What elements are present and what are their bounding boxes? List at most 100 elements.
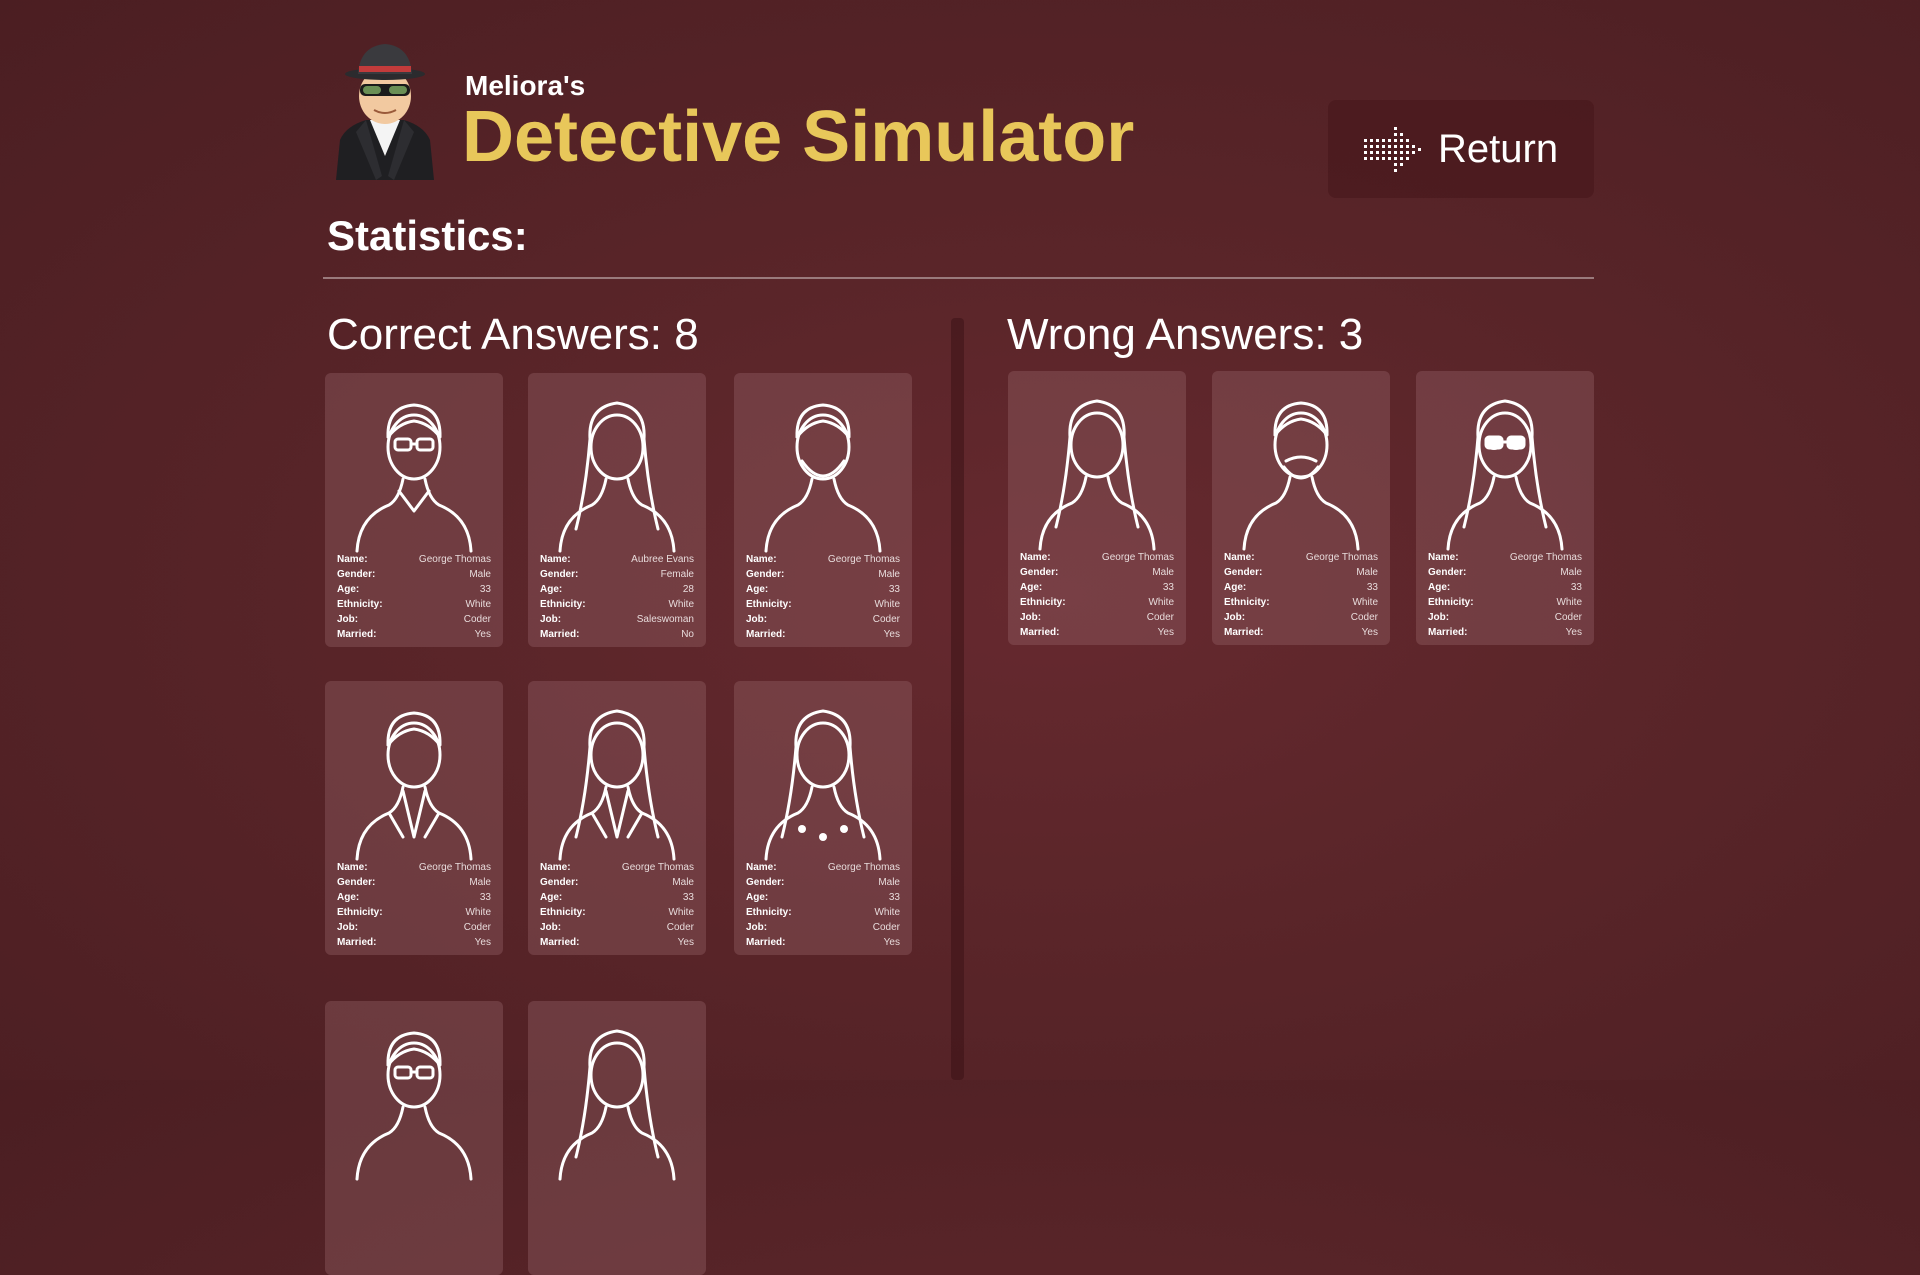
job-value: Coder: [1350, 612, 1378, 623]
job-label: Job:: [540, 922, 562, 933]
ethnicity-label: Ethnicity:: [746, 907, 792, 918]
name-value: George Thomas: [827, 554, 900, 565]
married-label: Married:: [1428, 627, 1468, 638]
ethnicity-value: White: [465, 907, 491, 918]
ethnicity-label: Ethnicity:: [1020, 597, 1066, 608]
age-label: Age:: [746, 892, 769, 903]
suspect-info: Name: George Thomas Gender: Male Age: 33 Ethni…: [1428, 550, 1582, 640]
woman-blazer-portrait-icon: [558, 709, 676, 861]
gender-value: Male: [469, 877, 491, 888]
gender-label: Gender:: [540, 877, 579, 888]
age-label: Age:: [1224, 582, 1247, 593]
job-label: Job:: [337, 922, 359, 933]
job-label: Job:: [540, 614, 562, 625]
married-value: No: [681, 629, 694, 640]
job-value: Coder: [872, 922, 900, 933]
suspect-card[interactable]: [325, 1001, 503, 1275]
name-value: George Thomas: [418, 554, 491, 565]
name-value: George Thomas: [827, 862, 900, 873]
statistics-heading: Statistics:: [327, 212, 528, 259]
gender-value: Male: [878, 877, 900, 888]
age-label: Age:: [1020, 582, 1043, 593]
name-label: Name:: [337, 862, 368, 873]
married-value: Yes: [1157, 627, 1174, 638]
age-value: 33: [888, 584, 900, 595]
suspect-card[interactable]: Name: George Thomas Gender: Male Age: 33 Ethni…: [1212, 371, 1390, 645]
ethnicity-label: Ethnicity:: [1428, 597, 1474, 608]
man-suit-tie-portrait-icon: [355, 711, 473, 861]
gender-label: Gender:: [746, 877, 785, 888]
job-label: Job:: [746, 922, 768, 933]
suspect-card[interactable]: [528, 1001, 706, 1275]
suspect-info: Name: George Thomas Gender: Male Age: 33 Ethni…: [337, 552, 491, 642]
ethnicity-value: White: [874, 907, 900, 918]
suspect-card[interactable]: Name: Aubree Evans Gender: Female Age: 28 Ethn…: [528, 373, 706, 647]
gender-value: Male: [1356, 567, 1378, 578]
job-label: Job:: [1224, 612, 1246, 623]
gender-value: Male: [672, 877, 694, 888]
married-label: Married:: [540, 629, 580, 640]
ethnicity-value: White: [668, 907, 694, 918]
suspect-card[interactable]: Name: George Thomas Gender: Male Age: 33 Ethni…: [1008, 371, 1186, 645]
gender-label: Gender:: [337, 877, 376, 888]
married-value: Yes: [474, 937, 491, 948]
job-value: Saleswoman: [636, 614, 694, 625]
suspect-card[interactable]: Name: George Thomas Gender: Male Age: 33 Ethni…: [1416, 371, 1594, 645]
gender-label: Gender:: [540, 569, 579, 580]
age-value: 33: [1162, 582, 1174, 593]
ethnicity-label: Ethnicity:: [540, 907, 586, 918]
name-label: Name:: [746, 554, 777, 565]
ethnicity-label: Ethnicity:: [337, 599, 383, 610]
job-value: Coder: [1554, 612, 1582, 623]
married-label: Married:: [746, 629, 786, 640]
job-label: Job:: [1428, 612, 1450, 623]
man-mustache-portrait-icon: [1242, 401, 1360, 551]
suspect-info: Name: George Thomas Gender: Male Age: 33 Ethni…: [746, 860, 900, 950]
age-label: Age:: [746, 584, 769, 595]
married-value: Yes: [1361, 627, 1378, 638]
gender-value: Male: [878, 569, 900, 580]
name-value: George Thomas: [621, 862, 694, 873]
age-value: 33: [479, 584, 491, 595]
name-label: Name:: [540, 862, 571, 873]
ethnicity-value: White: [1148, 597, 1174, 608]
married-label: Married:: [746, 937, 786, 948]
age-value: 33: [1366, 582, 1378, 593]
ethnicity-label: Ethnicity:: [540, 599, 586, 610]
ethnicity-value: White: [668, 599, 694, 610]
woman-sunglasses-portrait-icon: [1446, 399, 1564, 551]
married-value: Yes: [883, 937, 900, 948]
name-value: George Thomas: [418, 862, 491, 873]
name-label: Name:: [1224, 552, 1255, 563]
wrong-answers-heading: Wrong Answers: 3: [1007, 310, 1364, 359]
name-label: Name:: [746, 862, 777, 873]
age-label: Age:: [540, 892, 563, 903]
gender-value: Male: [1152, 567, 1174, 578]
ethnicity-label: Ethnicity:: [1224, 597, 1270, 608]
name-value: George Thomas: [1101, 552, 1174, 563]
suspect-card[interactable]: Name: George Thomas Gender: Male Age: 33 Ethni…: [325, 681, 503, 955]
job-label: Job:: [1020, 612, 1042, 623]
age-value: 28: [682, 584, 694, 595]
married-value: Yes: [677, 937, 694, 948]
job-value: Coder: [1146, 612, 1174, 623]
name-label: Name:: [337, 554, 368, 565]
woman-curly-hair-portrait-icon: [1038, 399, 1156, 551]
married-label: Married:: [540, 937, 580, 948]
suspect-card[interactable]: Name: George Thomas Gender: Male Age: 33 Ethni…: [325, 373, 503, 647]
return-label: Return: [1438, 126, 1559, 171]
age-value: 33: [888, 892, 900, 903]
gender-label: Gender:: [746, 569, 785, 580]
suspect-card[interactable]: Name: George Thomas Gender: Male Age: 33 Ethni…: [734, 681, 912, 955]
suspect-card[interactable]: Name: George Thomas Gender: Male Age: 33 Ethni…: [528, 681, 706, 955]
gender-value: Female: [660, 569, 694, 580]
gender-value: Male: [1560, 567, 1582, 578]
age-value: 33: [479, 892, 491, 903]
gender-label: Gender:: [1020, 567, 1059, 578]
age-label: Age:: [337, 584, 360, 595]
job-value: Coder: [463, 614, 491, 625]
correct-answers-heading: Correct Answers: 8: [327, 310, 699, 359]
return-button[interactable]: Return: [1328, 100, 1594, 198]
suspect-card[interactable]: Name: George Thomas Gender: Male Age: 33 Ethni…: [734, 373, 912, 647]
game-title: Detective Simulator: [462, 97, 1135, 177]
